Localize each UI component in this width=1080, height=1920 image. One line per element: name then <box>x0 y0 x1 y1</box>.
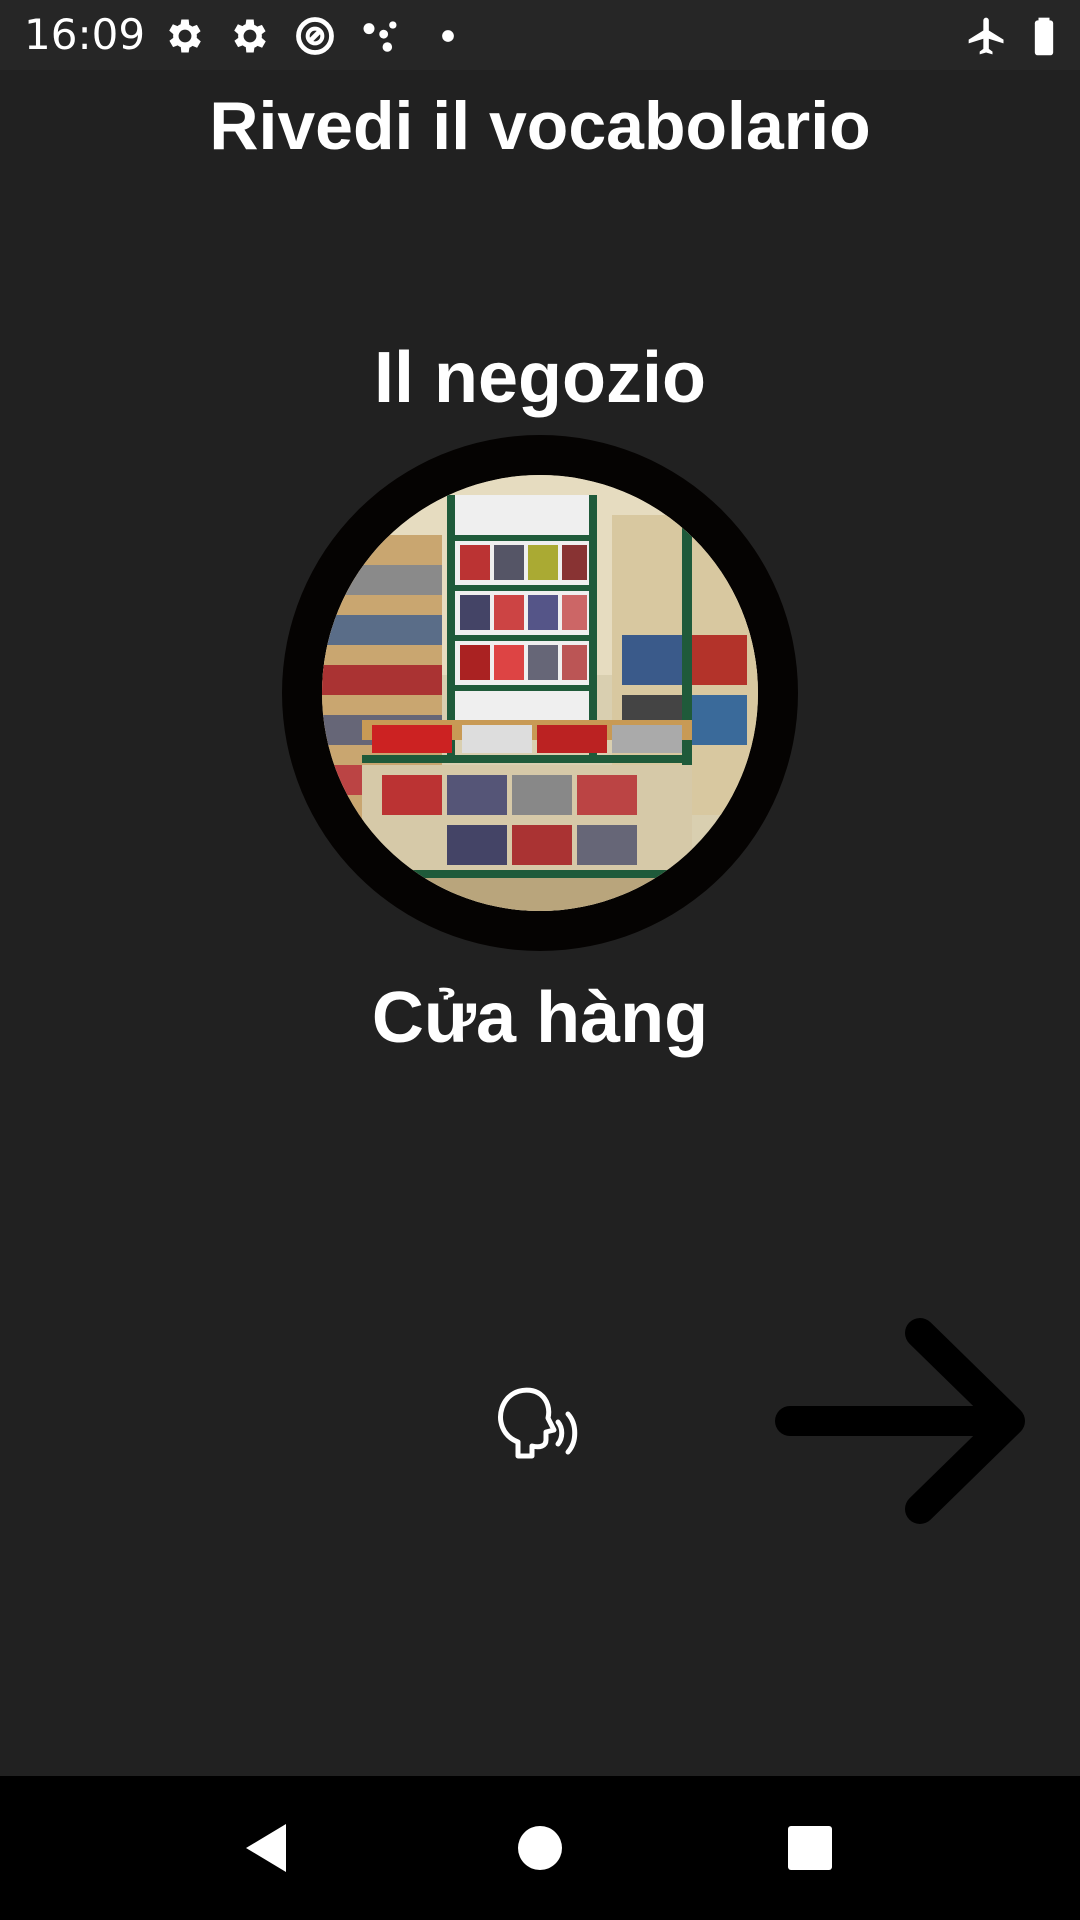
recents-icon <box>788 1826 832 1870</box>
speak-icon <box>498 1387 578 1459</box>
dot-icon <box>426 14 470 58</box>
battery-icon <box>1022 14 1066 58</box>
airplane-mode-icon <box>965 14 1009 58</box>
status-time: 16:09 <box>24 10 146 59</box>
vocabulary-word: Il negozio <box>374 338 706 418</box>
vpn-key-icon <box>293 14 337 58</box>
home-button[interactable] <box>490 1798 590 1898</box>
translation-text: Cửa hàng <box>371 978 709 1058</box>
arrow-right-icon <box>775 1318 1025 1524</box>
settings-icon <box>163 14 207 58</box>
recents-button[interactable] <box>760 1798 860 1898</box>
store-shelves-image <box>322 475 758 911</box>
status-bar: 16:09 <box>0 0 1080 70</box>
navigation-bar <box>0 1776 1080 1920</box>
home-icon <box>518 1826 562 1870</box>
back-button[interactable] <box>216 1798 316 1898</box>
speak-button[interactable] <box>488 1378 592 1474</box>
app-screen: 16:09 Rivedi il vocabolario Il negozio C… <box>0 0 1080 1920</box>
settings-icon <box>228 14 272 58</box>
assistant-icon <box>358 14 402 58</box>
page-title: Rivedi il vocabolario <box>209 88 871 164</box>
back-icon <box>246 1824 286 1872</box>
next-button[interactable] <box>770 1318 1030 1524</box>
